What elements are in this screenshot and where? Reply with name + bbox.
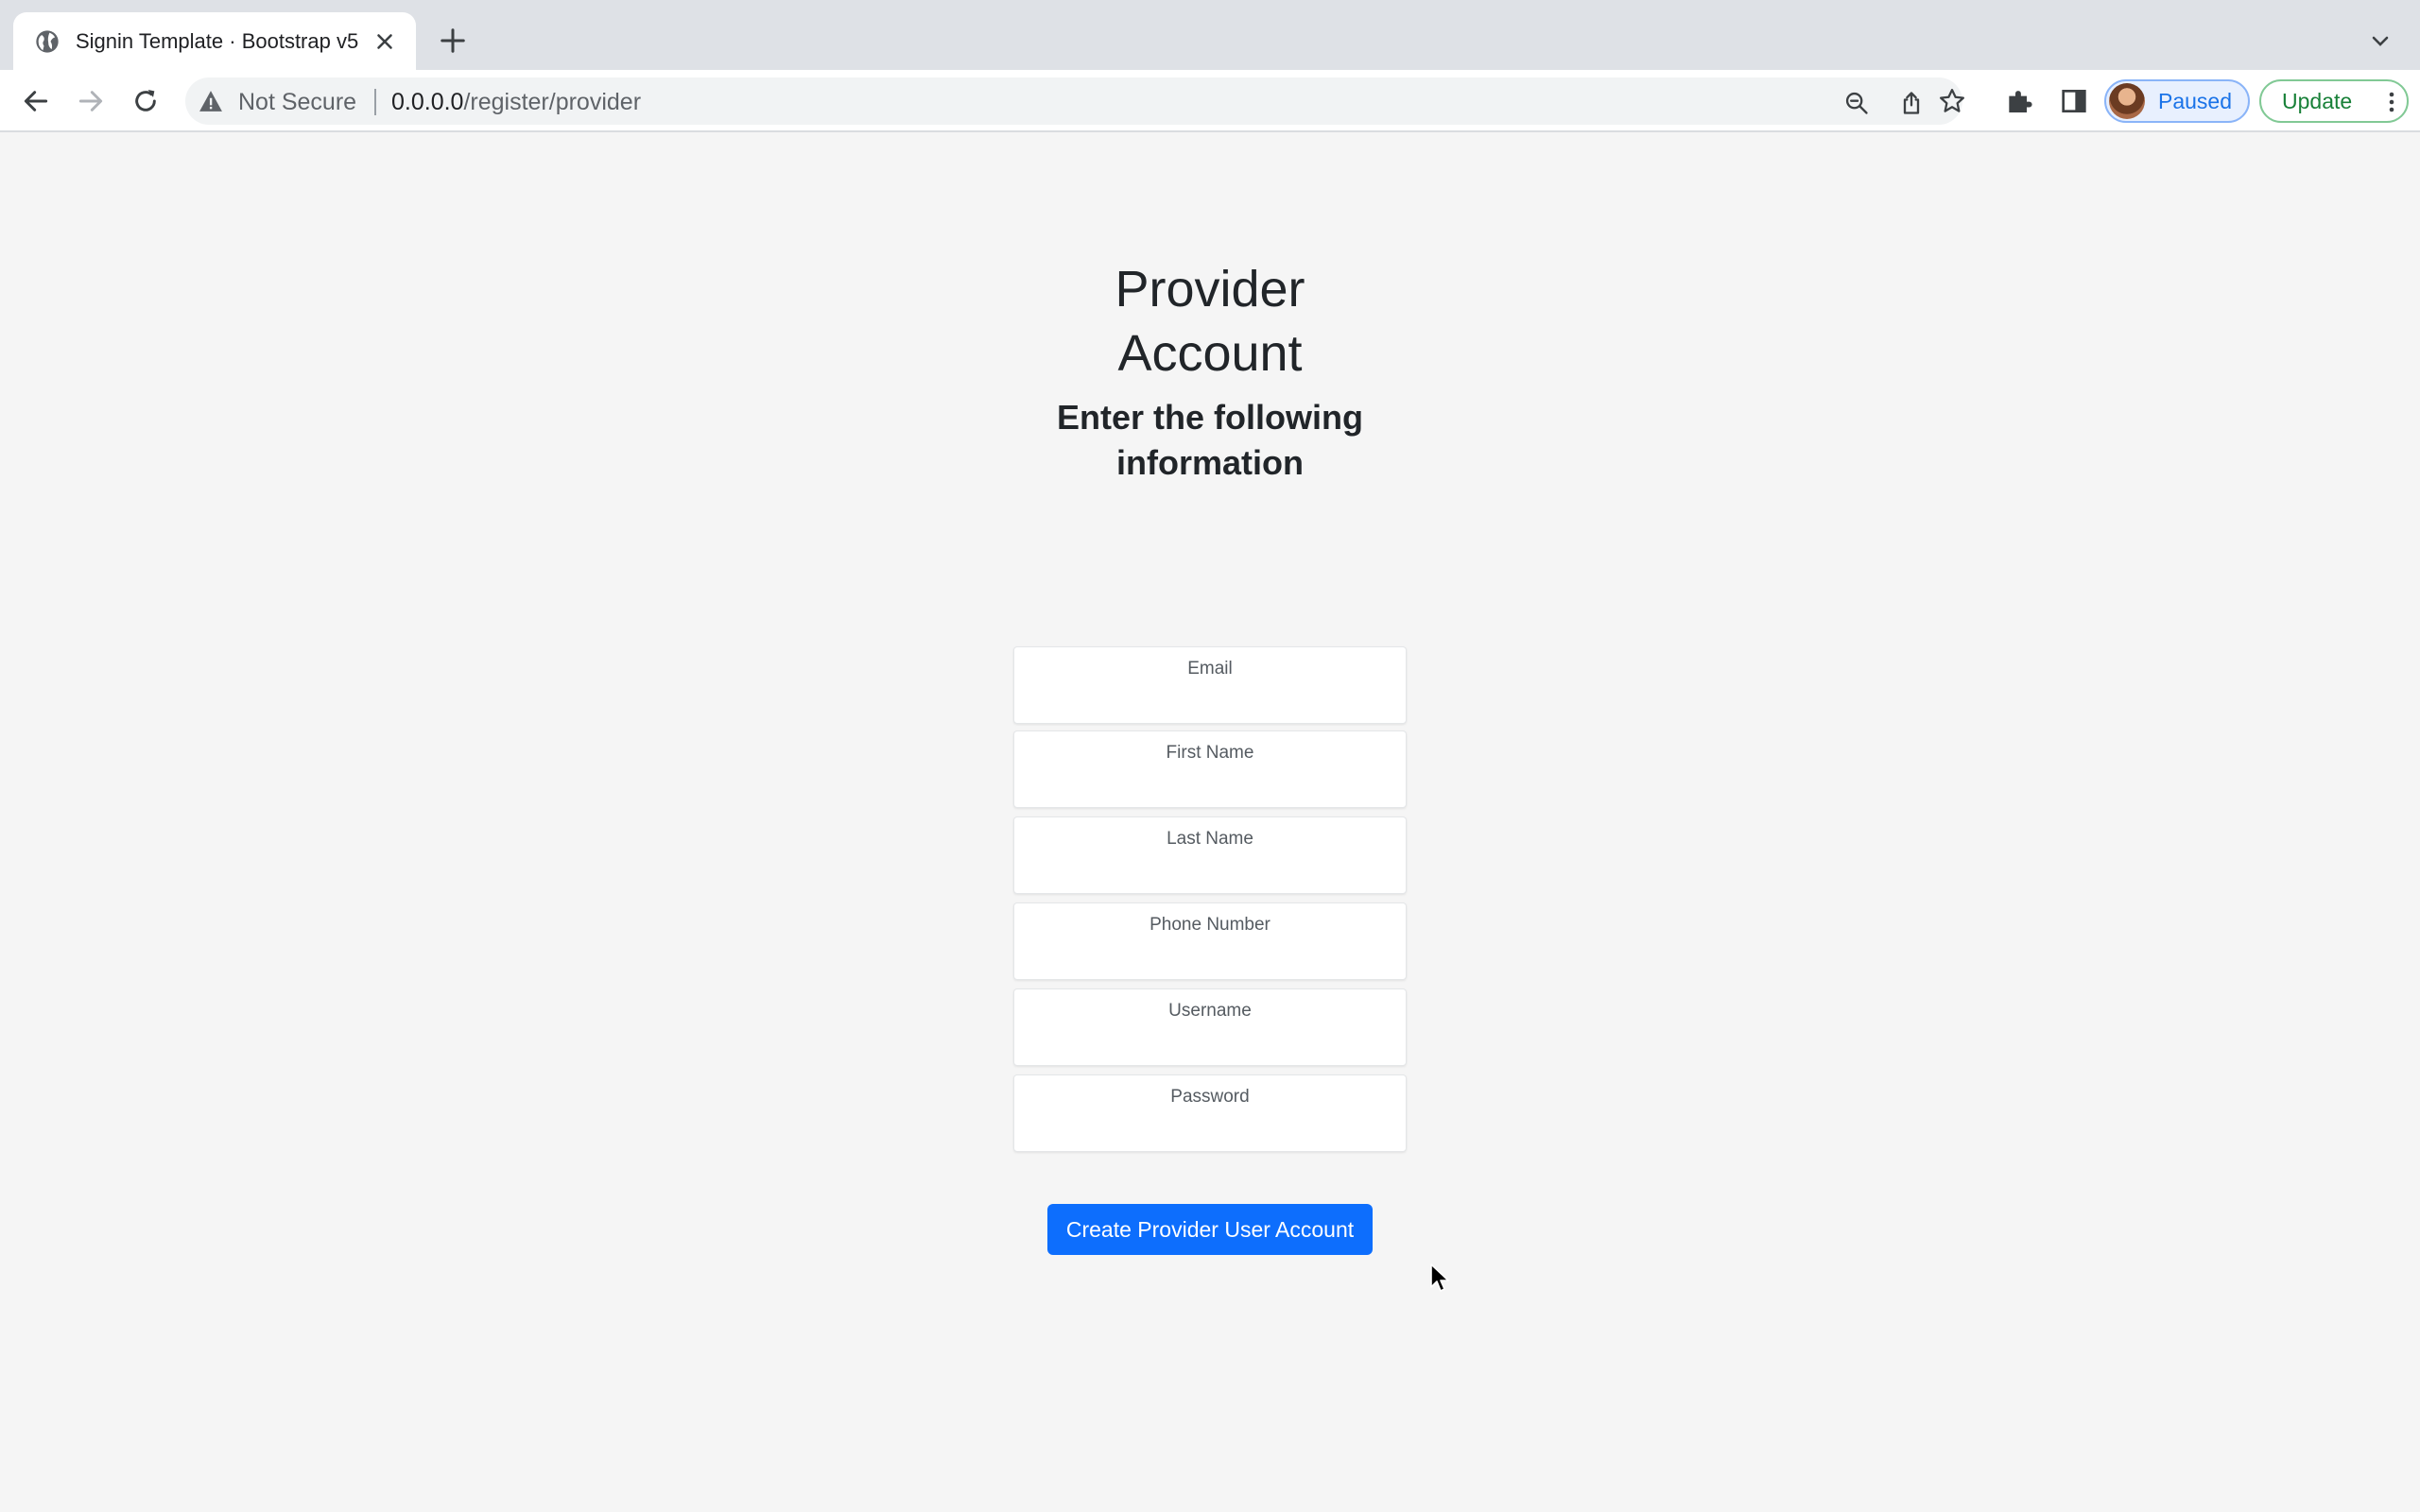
avatar — [2109, 83, 2145, 119]
extensions-puzzle-icon[interactable] — [2004, 86, 2034, 116]
phone-number-field[interactable]: Phone Number — [1013, 902, 1407, 980]
first-name-input[interactable] — [1026, 769, 1398, 803]
side-panel-icon[interactable] — [2059, 86, 2089, 116]
reload-icon[interactable] — [130, 86, 161, 116]
browser-toolbar: Not Secure 0.0.0.0/register/provider Pau… — [0, 70, 2420, 132]
email-field[interactable]: Email — [1013, 646, 1407, 724]
tab-strip: Signin Template · Bootstrap v5 — [0, 0, 2420, 70]
globe-icon — [36, 29, 59, 53]
bookmark-star-icon[interactable] — [1938, 87, 1966, 115]
password-input[interactable] — [1026, 1113, 1398, 1147]
tab-title: Signin Template · Bootstrap v5 — [76, 28, 359, 53]
page-title-line-2: Account — [1117, 325, 1303, 382]
page-title: Provider Account — [1021, 257, 1399, 386]
page-subtitle-line-1: Enter the following — [1057, 398, 1363, 437]
last-name-input[interactable] — [1026, 855, 1398, 889]
phone-number-input[interactable] — [1026, 941, 1398, 975]
url-host: 0.0.0.0 — [391, 89, 464, 115]
page-subtitle-line-2: information — [1116, 443, 1304, 482]
username-field[interactable]: Username — [1013, 988, 1407, 1066]
close-icon[interactable] — [372, 29, 397, 54]
phone-number-label: Phone Number — [1150, 915, 1270, 935]
first-name-label: First Name — [1166, 743, 1254, 763]
url-path: /register/provider — [463, 89, 642, 115]
page-title-line-1: Provider — [1115, 261, 1305, 318]
username-label: Username — [1168, 1001, 1252, 1021]
omnibox-divider — [374, 89, 376, 115]
create-provider-account-button[interactable]: Create Provider User Account — [1047, 1204, 1373, 1255]
username-input[interactable] — [1026, 1027, 1398, 1061]
last-name-label: Last Name — [1167, 829, 1253, 849]
first-name-field[interactable]: First Name — [1013, 730, 1407, 808]
browser-tab[interactable]: Signin Template · Bootstrap v5 — [13, 12, 416, 70]
password-field[interactable]: Password — [1013, 1074, 1407, 1152]
more-vertical-icon[interactable] — [2388, 91, 2395, 113]
page-subtitle: Enter the following information — [1021, 395, 1399, 486]
share-icon[interactable] — [1898, 90, 1925, 116]
new-tab-icon[interactable] — [439, 26, 467, 55]
update-label: Update — [2282, 88, 2353, 113]
mouse-cursor-icon — [1430, 1263, 1449, 1292]
last-name-field[interactable]: Last Name — [1013, 816, 1407, 894]
zoom-icon[interactable] — [1843, 90, 1870, 116]
email-input[interactable] — [1026, 685, 1398, 719]
address-bar[interactable]: Not Secure 0.0.0.0/register/provider — [185, 77, 1962, 125]
chevron-down-icon[interactable] — [2369, 30, 2392, 53]
profile-button[interactable]: Paused — [2104, 79, 2250, 123]
security-status[interactable]: Not Secure — [238, 89, 356, 116]
email-label: Email — [1187, 659, 1233, 679]
url-text[interactable]: 0.0.0.0/register/provider — [391, 89, 641, 116]
profile-status-label: Paused — [2158, 88, 2233, 113]
back-arrow-icon[interactable] — [21, 86, 51, 116]
forward-arrow-icon[interactable] — [76, 86, 106, 116]
warning-icon[interactable] — [199, 90, 223, 112]
password-label: Password — [1170, 1087, 1250, 1107]
update-button[interactable]: Update — [2259, 79, 2409, 123]
